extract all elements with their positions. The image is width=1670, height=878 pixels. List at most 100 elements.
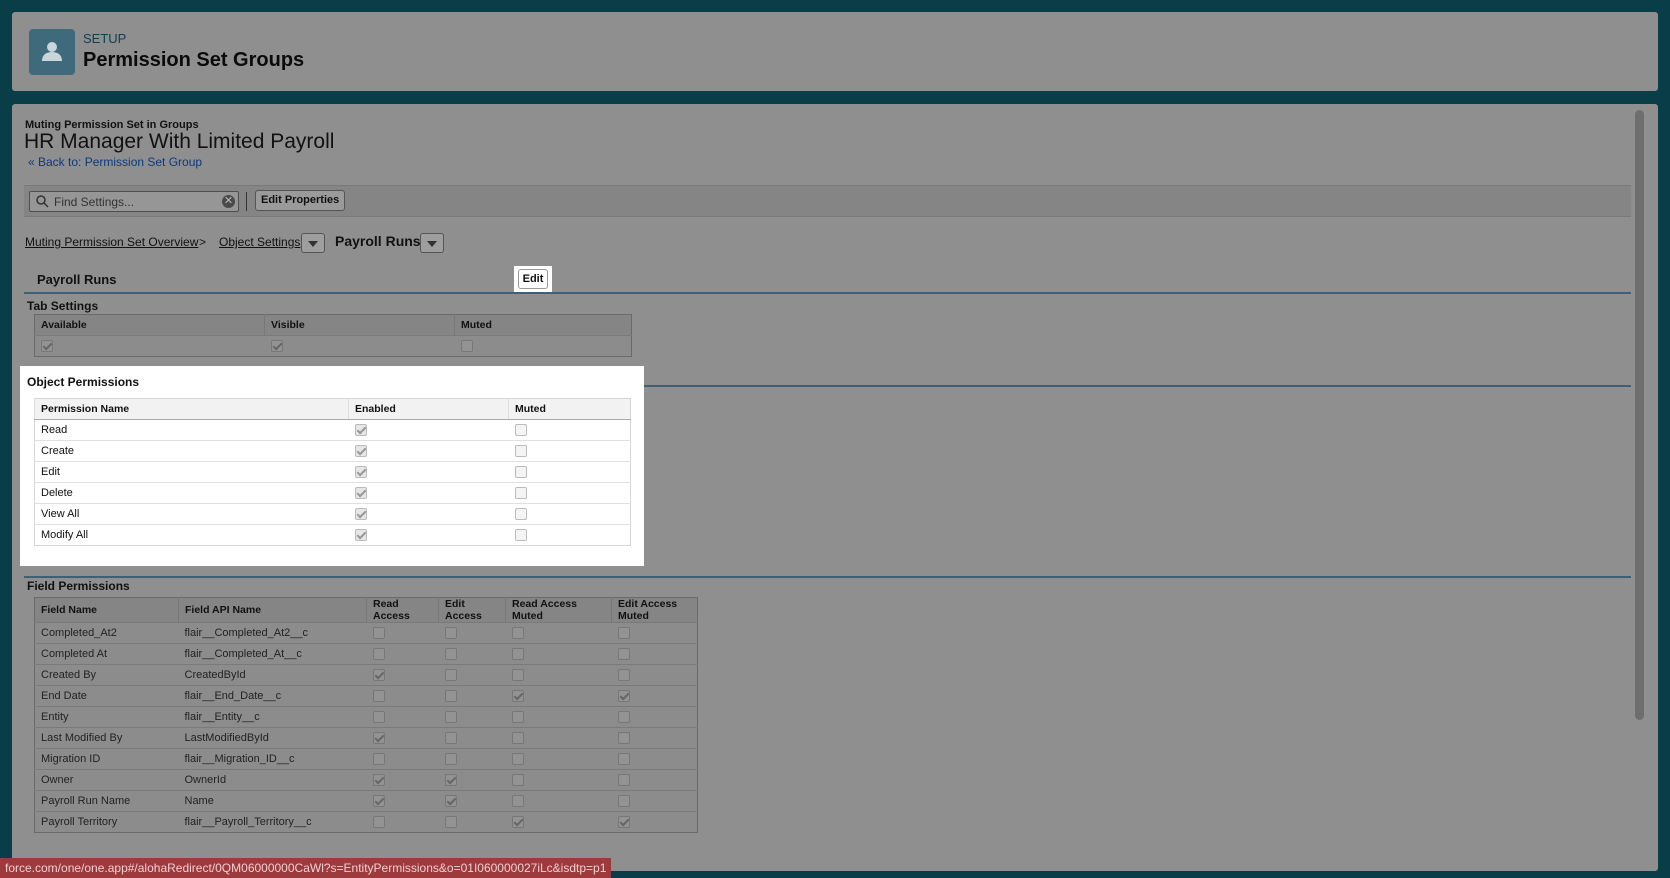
- read-access-muted-checkbox[interactable]: [511, 669, 524, 682]
- read-access-muted-checkbox[interactable]: [511, 648, 524, 661]
- field-api-name: CreatedById: [178, 664, 367, 686]
- table-row: Owner OwnerId: [34, 769, 698, 791]
- muted-checkbox[interactable]: [514, 529, 527, 542]
- edit-access-muted-checkbox[interactable]: [617, 774, 630, 787]
- breadcrumb-object-settings-link[interactable]: Object Settings: [219, 235, 300, 249]
- edit-access-checkbox: [444, 774, 457, 787]
- clear-search-icon[interactable]: ✕: [222, 195, 235, 208]
- field-permissions-table: Field Name Field API Name Read Access Ed…: [34, 597, 698, 833]
- edit-access-muted-checkbox[interactable]: [617, 732, 630, 745]
- setup-header: SETUP Permission Set Groups: [12, 12, 1658, 91]
- column-header: Muted: [454, 314, 632, 336]
- muted-checkbox[interactable]: [514, 466, 527, 479]
- page-title: HR Manager With Limited Payroll: [24, 130, 335, 153]
- field-name: Migration ID: [34, 748, 179, 770]
- read-access-checkbox: [372, 816, 385, 829]
- field-name: Created By: [34, 664, 179, 686]
- column-header: Available: [34, 314, 265, 336]
- breadcrumb-current: Payroll Runs: [335, 233, 421, 249]
- column-header: Visible: [264, 314, 455, 336]
- column-header: Edit Access: [438, 597, 506, 623]
- read-access-muted-checkbox[interactable]: [511, 774, 524, 787]
- column-header: Edit Access Muted: [611, 597, 698, 623]
- field-api-name: flair__End_Date__c: [178, 685, 367, 707]
- edit-access-checkbox: [444, 690, 457, 703]
- edit-access-checkbox: [444, 627, 457, 640]
- table-row: Delete: [34, 482, 631, 504]
- edit-access-muted-checkbox[interactable]: [617, 627, 630, 640]
- status-bar-url: force.com/one/one.app#/alohaRedirect/0QM…: [0, 858, 612, 878]
- permission-name: Create: [34, 440, 349, 462]
- table-row: Migration ID flair__Migration_ID__c: [34, 748, 698, 770]
- muted-checkbox[interactable]: [460, 340, 473, 353]
- read-access-checkbox: [372, 648, 385, 661]
- table-row: Last Modified By LastModifiedById: [34, 727, 698, 749]
- edit-access-muted-checkbox[interactable]: [617, 648, 630, 661]
- edit-access-muted-checkbox[interactable]: [617, 669, 630, 682]
- field-api-name: Name: [178, 790, 367, 812]
- field-name: Payroll Run Name: [34, 790, 179, 812]
- edit-access-muted-checkbox[interactable]: [617, 795, 630, 808]
- field-api-name: LastModifiedById: [178, 727, 367, 749]
- enabled-checkbox: [354, 466, 367, 479]
- search-input[interactable]: [54, 194, 214, 209]
- table-row: Completed_At2 flair__Completed_At2__c: [34, 622, 698, 644]
- enabled-checkbox: [354, 424, 367, 437]
- table-row: Created By CreatedById: [34, 664, 698, 686]
- edit-access-checkbox: [444, 795, 457, 808]
- edit-access-checkbox: [444, 816, 457, 829]
- object-permissions-table: Permission Name Enabled Muted Read Create…: [34, 398, 631, 546]
- read-access-muted-checkbox[interactable]: [511, 795, 524, 808]
- read-access-muted-checkbox[interactable]: [511, 711, 524, 724]
- read-access-muted-checkbox[interactable]: [511, 690, 524, 703]
- breadcrumb-separator: >: [199, 235, 207, 249]
- edit-access-checkbox: [444, 753, 457, 766]
- read-access-checkbox: [372, 774, 385, 787]
- muted-checkbox[interactable]: [514, 508, 527, 521]
- muted-checkbox[interactable]: [514, 487, 527, 500]
- read-access-muted-checkbox[interactable]: [511, 732, 524, 745]
- edit-access-muted-checkbox[interactable]: [617, 753, 630, 766]
- breadcrumb-overview-link[interactable]: Muting Permission Set Overview: [25, 235, 198, 249]
- muted-checkbox[interactable]: [514, 424, 527, 437]
- read-access-muted-checkbox[interactable]: [511, 627, 524, 640]
- section-divider: [24, 292, 1631, 294]
- edit-access-checkbox: [444, 711, 457, 724]
- edit-button[interactable]: Edit: [518, 269, 548, 289]
- search-icon: [36, 195, 49, 208]
- permission-name: Delete: [34, 482, 349, 504]
- edit-access-muted-checkbox[interactable]: [617, 690, 630, 703]
- user-icon: [29, 29, 75, 75]
- table-row: Modify All: [34, 524, 631, 546]
- edit-access-checkbox: [444, 648, 457, 661]
- permission-name: Read: [34, 419, 349, 441]
- table-row: Read: [34, 419, 631, 441]
- object-settings-dropdown-icon[interactable]: [301, 233, 325, 253]
- payroll-runs-dropdown-icon[interactable]: [420, 233, 444, 253]
- edit-access-checkbox: [444, 669, 457, 682]
- edit-access-muted-checkbox[interactable]: [617, 711, 630, 724]
- field-api-name: flair__Payroll_Territory__c: [178, 811, 367, 833]
- read-access-muted-checkbox[interactable]: [511, 816, 524, 829]
- object-permissions-title: Object Permissions: [27, 375, 140, 389]
- column-header: Read Access Muted: [505, 597, 612, 623]
- toolbar-divider: [246, 192, 247, 211]
- edit-properties-button[interactable]: Edit Properties: [255, 190, 346, 211]
- read-access-checkbox: [372, 669, 385, 682]
- available-checkbox: [41, 340, 53, 353]
- visible-checkbox: [270, 340, 283, 353]
- read-access-checkbox: [372, 627, 385, 640]
- table-row: Payroll Run Name Name: [34, 790, 698, 812]
- permission-name: Modify All: [34, 524, 349, 546]
- column-header: Enabled: [348, 398, 509, 420]
- table-row: Create: [34, 440, 631, 462]
- back-link[interactable]: « Back to: Permission Set Group: [28, 155, 202, 169]
- edit-access-muted-checkbox[interactable]: [617, 816, 630, 829]
- column-header: Field Name: [34, 597, 179, 623]
- scrollbar-thumb[interactable]: [1635, 110, 1644, 720]
- read-access-muted-checkbox[interactable]: [511, 753, 524, 766]
- object-title: Payroll Runs: [37, 272, 117, 287]
- muted-checkbox[interactable]: [514, 445, 527, 458]
- table-row: Entity flair__Entity__c: [34, 706, 698, 728]
- read-access-checkbox: [372, 753, 385, 766]
